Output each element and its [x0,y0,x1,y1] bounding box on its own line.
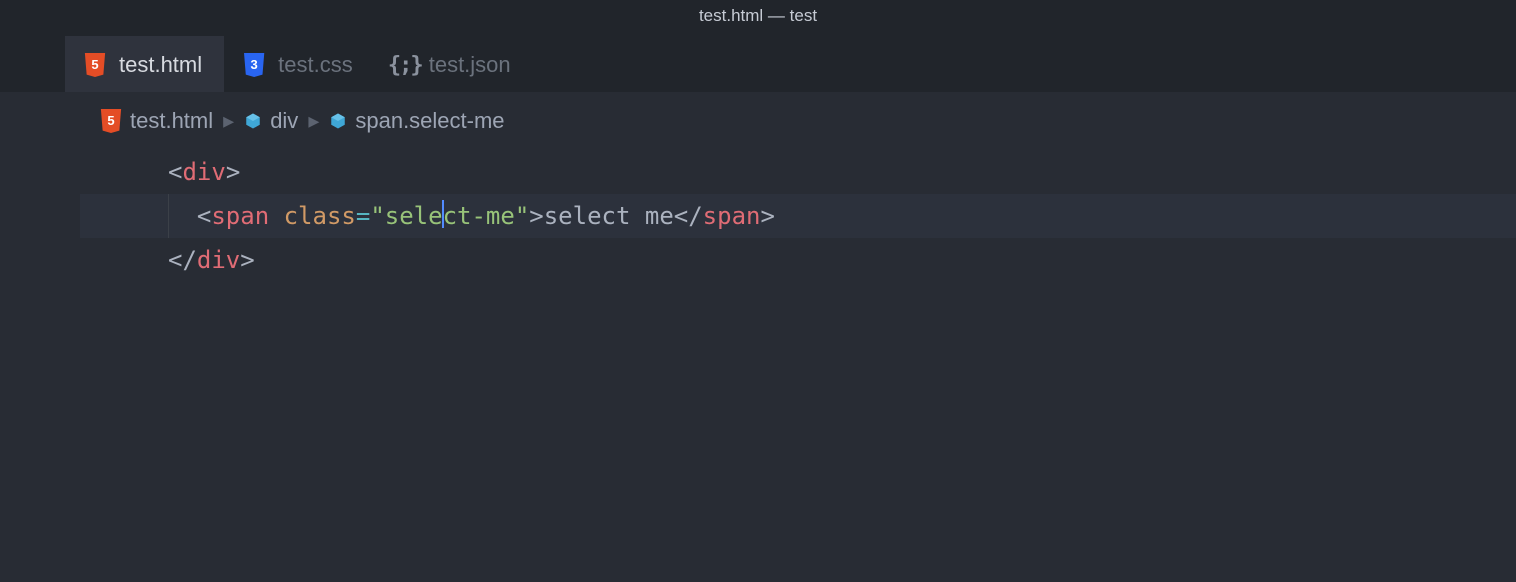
breadcrumb-div[interactable]: div [244,108,298,134]
code-line[interactable]: </div> [80,238,1516,282]
code-token: > [226,158,240,186]
breadcrumb-separator: ▸ [308,108,319,134]
code-line-active[interactable]: <span class="select-me">select me</span> [80,194,1516,238]
breadcrumb-label: span.select-me [355,108,504,134]
code-token: < [197,202,211,230]
tab-label: test.css [278,52,353,78]
code-token: " [370,202,384,230]
html5-icon [83,53,107,77]
tab-test-css[interactable]: test.css [224,36,375,92]
window-titlebar: test.html — test [0,0,1516,32]
code-indent [168,202,197,230]
breadcrumb-file[interactable]: test.html [100,108,213,134]
code-token: > [240,246,254,274]
breadcrumb-label: div [270,108,298,134]
code-token: </ [168,246,197,274]
code-token: span [703,202,761,230]
code-token: ct-me [443,202,515,230]
code-token: span [211,202,269,230]
html5-icon [100,109,122,133]
box-icon [329,112,347,130]
box-icon [244,112,262,130]
tab-bar: test.html test.css {;} test.json [0,32,1516,92]
indent-guide [168,194,169,238]
code-token: class [284,202,356,230]
breadcrumb-label: test.html [130,108,213,134]
code-token: " [515,202,529,230]
code-token: > [529,202,543,230]
tab-label: test.html [119,52,202,78]
code-token: </ [674,202,703,230]
code-editor[interactable]: <div> <span class="select-me">select me<… [0,146,1516,282]
json-icon: {;} [393,53,417,77]
tab-test-json[interactable]: {;} test.json [375,36,533,92]
code-token: div [182,158,225,186]
tab-test-html[interactable]: test.html [65,36,224,92]
window-title: test.html — test [699,6,817,26]
css3-icon [242,53,266,77]
breadcrumb-span[interactable]: span.select-me [329,108,504,134]
tab-label: test.json [429,52,511,78]
code-token: select me [544,202,674,230]
code-token: div [197,246,240,274]
code-token: sele [385,202,443,230]
code-token: > [760,202,774,230]
breadcrumb: test.html ▸ div ▸ span.select-me [0,92,1516,146]
code-token: < [168,158,182,186]
gutter [0,146,64,282]
code-token [269,202,283,230]
code-line[interactable]: <div> [80,150,1516,194]
breadcrumb-separator: ▸ [223,108,234,134]
code-token: = [356,202,370,230]
